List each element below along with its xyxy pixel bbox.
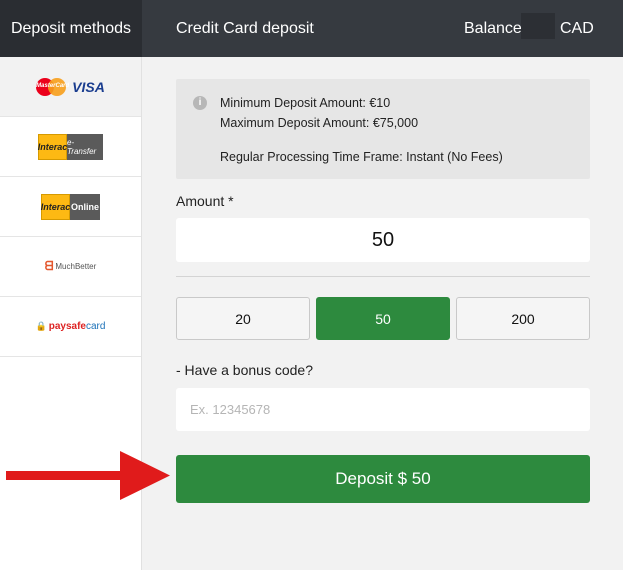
amount-input[interactable] — [176, 218, 590, 262]
bonus-code-input[interactable] — [176, 388, 590, 431]
red-arrow-icon — [6, 451, 170, 500]
page-title: Credit Card deposit — [176, 20, 314, 37]
method-interac-etransfer[interactable]: Interac e-Transfer — [0, 117, 141, 177]
preset-50-button[interactable]: 50 — [316, 297, 450, 340]
deposit-button[interactable]: Deposit $ 50 — [176, 455, 590, 503]
method-interac-online[interactable]: Interac Online — [0, 177, 141, 237]
top-bar: Deposit methods Credit Card deposit Bala… — [0, 0, 623, 57]
max-deposit-text: Maximum Deposit Amount: €75,000 — [220, 116, 419, 130]
mastercard-logo-icon: MasterCard — [36, 77, 69, 96]
divider — [176, 276, 590, 277]
method-muchbetter[interactable]: ᗺ MuchBetter — [0, 237, 141, 297]
interac-logo-icon: Interac e-Transfer — [38, 133, 103, 160]
preset-20-button[interactable]: 20 — [176, 297, 310, 340]
tab-deposit-methods[interactable]: Deposit methods — [0, 0, 142, 57]
info-icon: i — [193, 96, 207, 110]
preset-200-button[interactable]: 200 — [456, 297, 590, 340]
visa-logo-icon: VISA — [72, 78, 105, 95]
min-deposit-text: Minimum Deposit Amount: €10 — [220, 96, 391, 110]
balance-currency: CAD — [560, 20, 594, 37]
balance-value-redacted — [521, 13, 555, 39]
deposit-info-box: i Minimum Deposit Amount: €10 Maximum De… — [176, 79, 590, 179]
muchbetter-logo-icon: ᗺ MuchBetter — [44, 259, 97, 273]
bonus-code-label[interactable]: - Have a bonus code? — [176, 362, 313, 378]
balance-label: Balance — [464, 20, 522, 37]
interac-logo-icon: Interac Online — [41, 193, 100, 220]
processing-time-text: Regular Processing Time Frame: Instant (… — [220, 150, 503, 164]
amount-label: Amount * — [176, 193, 234, 209]
paysafecard-logo-icon: 🔒 paysafe card — [35, 321, 106, 332]
method-mastercard-visa[interactable]: MasterCard VISA — [0, 57, 141, 117]
method-paysafecard[interactable]: 🔒 paysafe card — [0, 297, 141, 357]
